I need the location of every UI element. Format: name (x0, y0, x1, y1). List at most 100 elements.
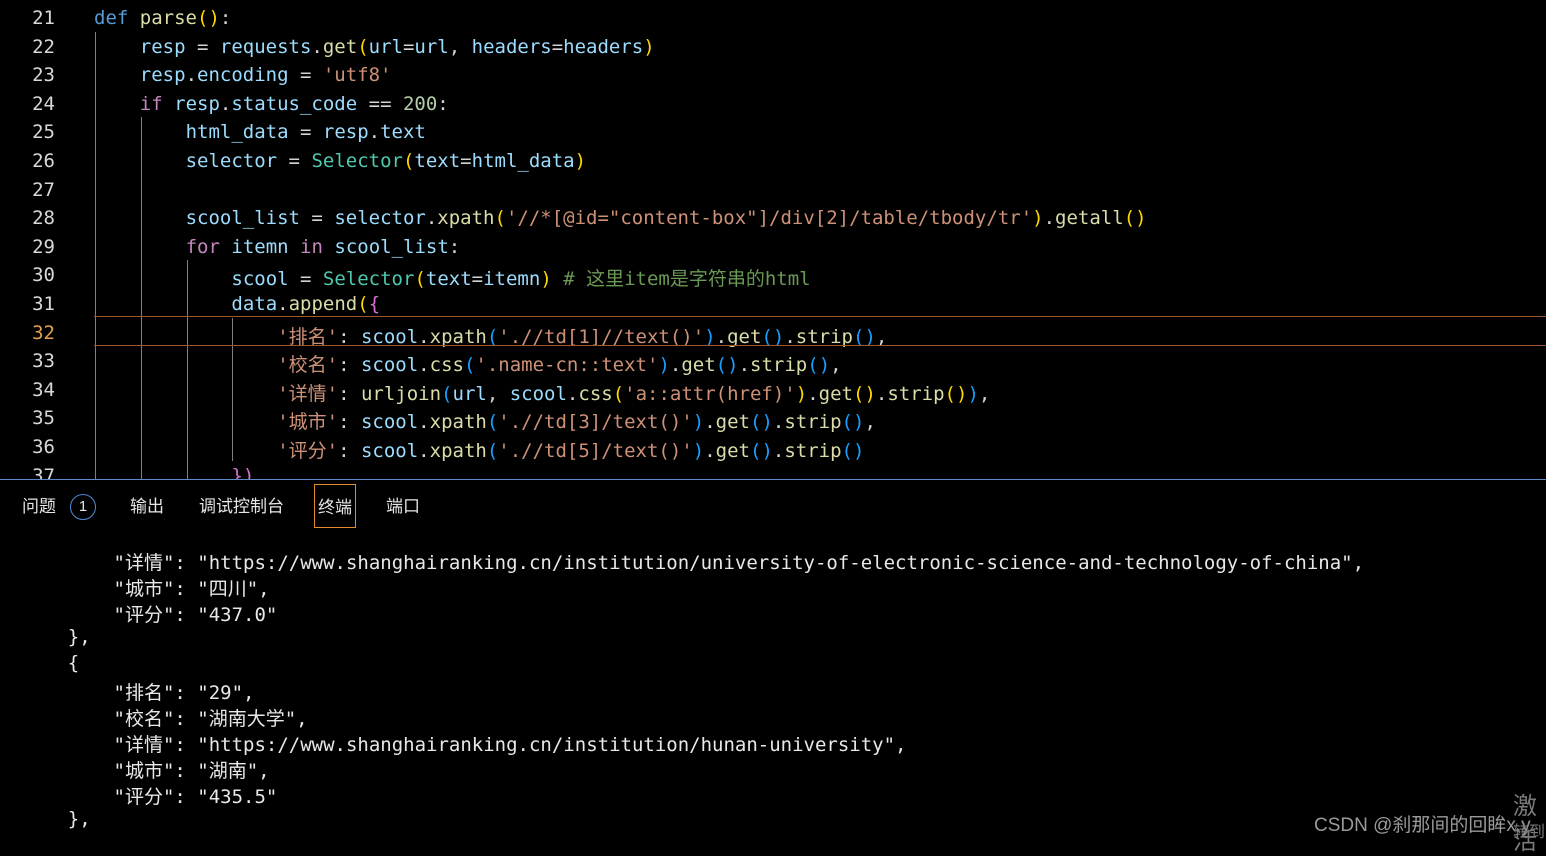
code-token: encoding (197, 64, 289, 87)
code-token: '//*[@id="content-box"]/div[2]/table/tbo… (505, 207, 1033, 230)
code-token: '评分' (277, 440, 339, 462)
code-token: : (338, 440, 361, 462)
code-line[interactable]: 24 if resp.status_code == 200: (0, 89, 1546, 118)
code-token: ( (715, 354, 728, 377)
code-line[interactable]: 31 data.append({ (0, 289, 1546, 318)
code-token: ( (402, 150, 415, 172)
code-token: selector (334, 207, 426, 230)
code-token: ) (761, 411, 773, 434)
code-token: # 这里item是字符串的html (563, 268, 811, 291)
code-token: text (414, 150, 461, 172)
code-text: }) (231, 465, 254, 479)
code-token: . (875, 382, 888, 405)
code-token: headers (563, 35, 644, 58)
code-token: ) (692, 411, 705, 434)
code-token: url (452, 382, 487, 405)
code-token: ( (494, 207, 506, 230)
code-token: . (418, 411, 430, 434)
tab-output[interactable]: 输出 (130, 494, 164, 520)
code-token: : (219, 7, 232, 29)
code-token: strip (784, 440, 842, 462)
code-text: scool = Selector(text=itemn) # 这里item是字符… (231, 264, 810, 291)
problems-count-badge: 1 (70, 494, 96, 520)
code-token: strip (887, 382, 945, 405)
code-token: scool (509, 382, 567, 405)
code-token: itemn (231, 235, 289, 258)
code-token: 'utf8' (322, 64, 392, 87)
code-token: Selector (311, 150, 403, 172)
line-number: 37 (32, 464, 55, 479)
code-token: ) (574, 150, 587, 172)
code-token: ( (841, 411, 853, 434)
code-token: = (277, 150, 312, 172)
terminal-line: "校名": "湖南大学", (22, 708, 308, 730)
terminal-line: "城市": "四川", (22, 578, 270, 600)
code-token: 200 (402, 92, 438, 115)
tab-problems[interactable]: 问题 (22, 494, 56, 520)
code-token: ( (807, 354, 819, 377)
code-token: strip (784, 411, 842, 434)
code-text: if resp.status_code == 200: (140, 93, 449, 115)
code-token: def (94, 7, 129, 29)
tab-debug-console[interactable]: 调试控制台 (199, 494, 284, 520)
terminal-line: }, (22, 808, 91, 830)
indent-guide (140, 117, 142, 479)
code-token: . (772, 411, 785, 434)
code-line[interactable]: 25 html_data = resp.text (0, 117, 1546, 146)
code-token: html_data (185, 121, 289, 144)
code-token: '校名' (277, 354, 339, 377)
code-token: scool_list (334, 235, 449, 258)
code-line[interactable]: 29 for itemn in scool_list: (0, 232, 1546, 261)
line-number: 24 (32, 92, 55, 115)
code-token: ( (463, 354, 476, 377)
line-number: 29 (32, 235, 55, 258)
code-token: if (139, 92, 163, 115)
code-token: ) (692, 440, 705, 462)
line-number: 22 (32, 35, 55, 58)
tab-ports[interactable]: 端口 (386, 494, 420, 520)
code-line[interactable]: 30 scool = Selector(text=itemn) # 这里item是… (0, 260, 1546, 291)
line-number: 26 (32, 150, 55, 172)
code-token: . (704, 440, 716, 462)
code-token: text (380, 121, 426, 144)
code-token: : (338, 382, 361, 405)
code-line[interactable]: 28 scool_list = selector.xpath('//*[@id="… (0, 203, 1546, 232)
code-token: ( (749, 440, 762, 462)
csdn-watermark: CSDN @刹那间的回眸x.y (1314, 815, 1531, 836)
code-token: . (368, 121, 381, 144)
code-line[interactable]: 23 resp.encoding = 'utf8' (0, 60, 1546, 89)
code-token: scool_list (185, 207, 300, 230)
tab-terminal[interactable]: 终端 (314, 484, 356, 528)
code-editor[interactable]: 21 def parse(): 22 resp = requests.get(url=… (0, 0, 1546, 479)
code-token: css (578, 382, 613, 405)
code-text: resp = requests.get(url=url, headers=hea… (140, 36, 655, 58)
code-token: = (402, 35, 415, 58)
terminal-line: }, (22, 626, 91, 648)
code-token: ) (956, 382, 968, 405)
line-number: 33 (32, 350, 55, 373)
line-number: 34 (32, 378, 55, 401)
code-line[interactable]: 27 (0, 175, 1546, 204)
code-text: scool_list = selector.xpath('//*[@id="co… (186, 207, 1147, 229)
code-line[interactable]: 21 def parse(): (0, 3, 1546, 32)
code-token: scool (360, 440, 419, 462)
code-text: '校名': scool.css('.name-cn::text').get().… (277, 350, 841, 377)
code-token: resp (322, 121, 369, 144)
line-number: 28 (32, 207, 55, 230)
code-token: ( (612, 382, 625, 405)
code-line[interactable]: 26 selector = Selector(text=html_data) (0, 146, 1546, 175)
code-token: ( (1123, 207, 1136, 230)
code-token: urljoin (360, 382, 442, 405)
code-token: ( (749, 411, 762, 434)
code-token: resp (139, 64, 186, 87)
indent-guide (95, 31, 96, 479)
code-line[interactable]: 37}) (0, 461, 1546, 479)
code-token: get (681, 354, 716, 377)
code-token: . (669, 354, 682, 377)
code-token: getall (1055, 207, 1124, 230)
code-line[interactable]: 22 resp = requests.get(url=url, headers=h… (0, 32, 1546, 61)
